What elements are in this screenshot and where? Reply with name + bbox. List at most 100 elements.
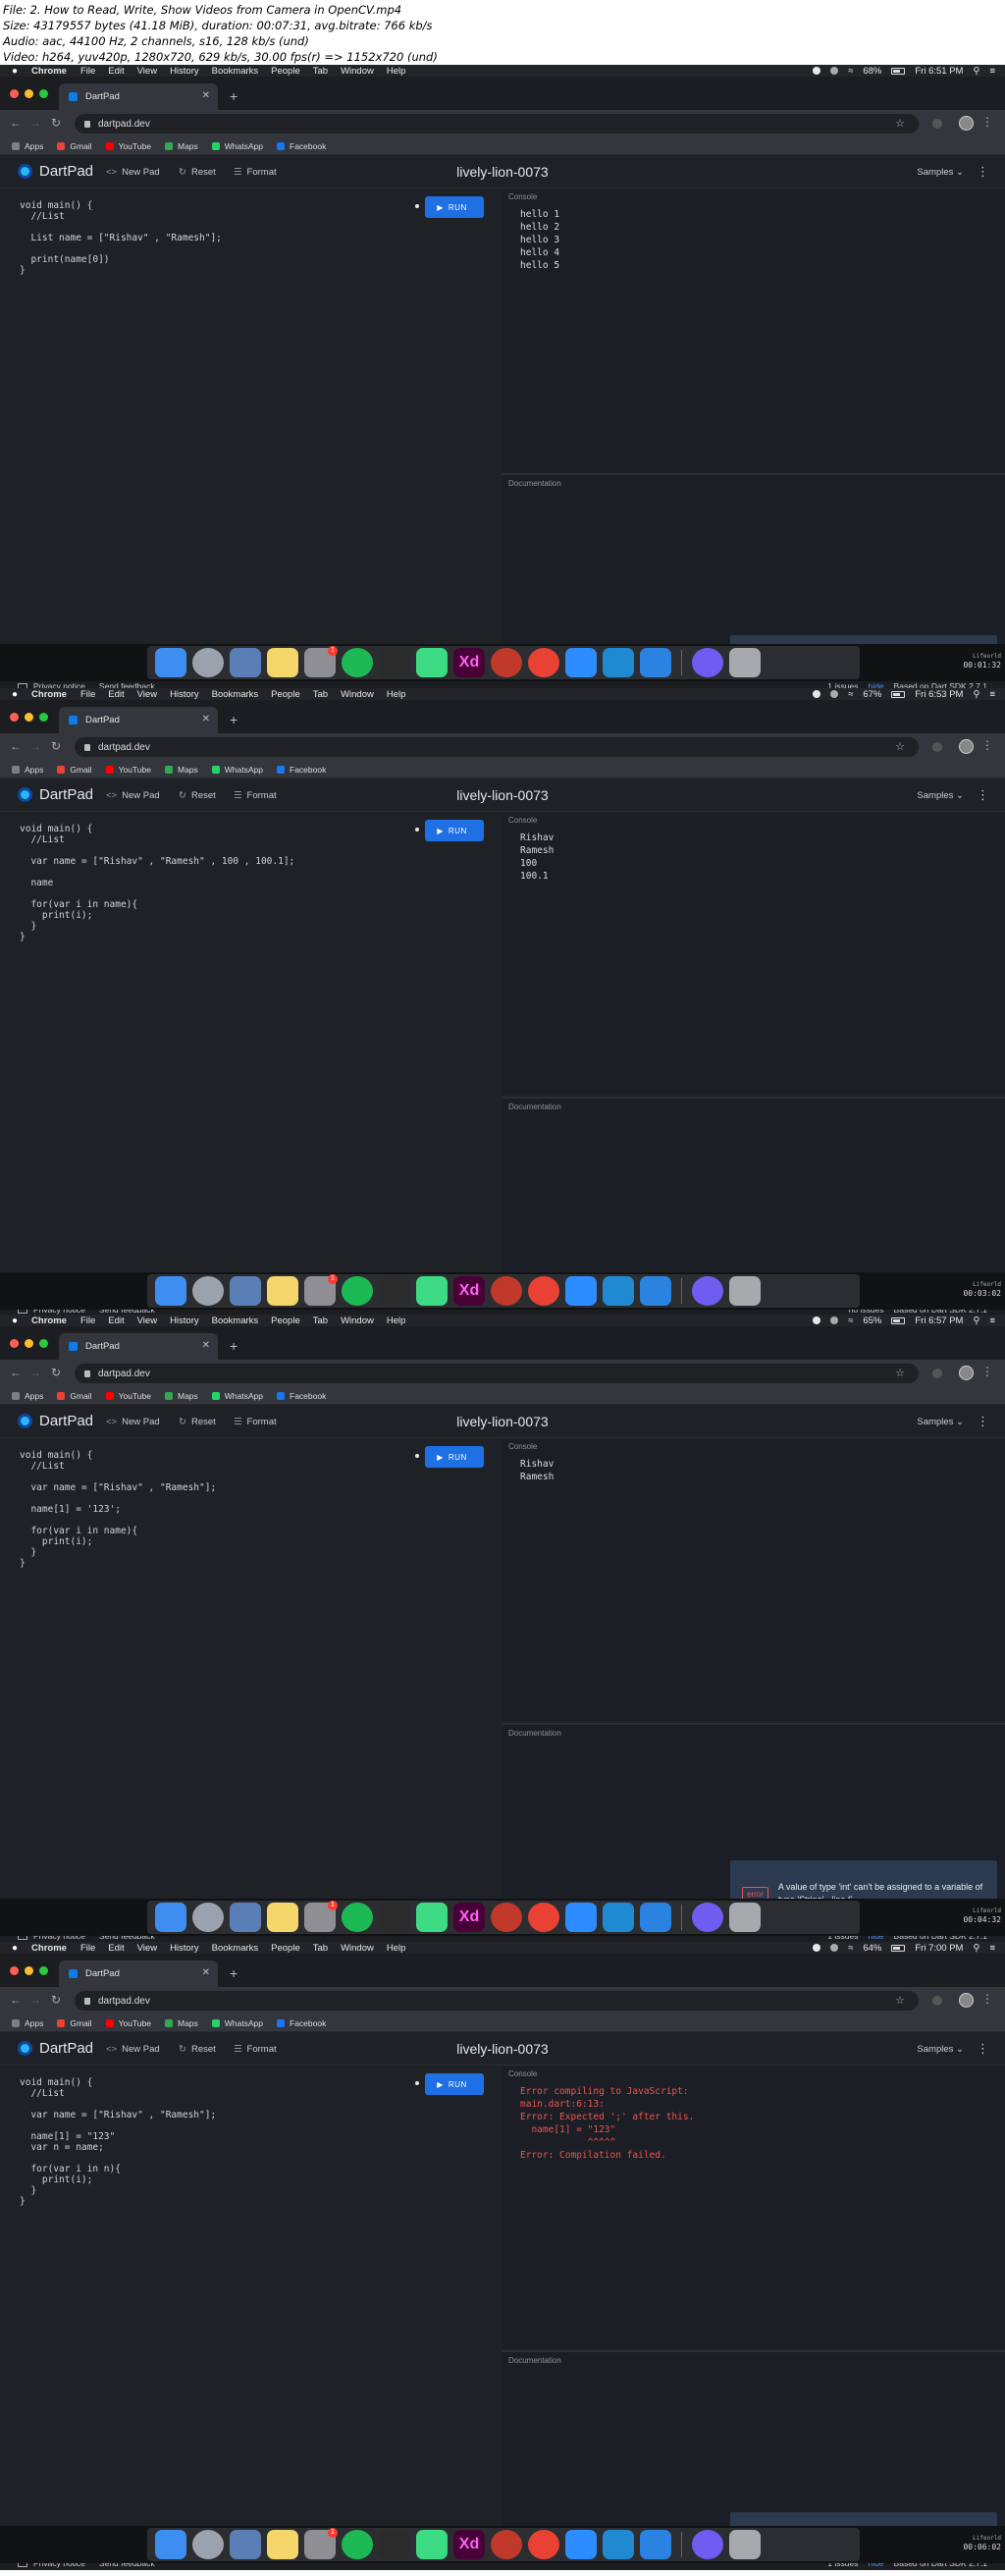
samples-dropdown[interactable]: Samples ⌄ <box>917 167 964 178</box>
menu-item-file[interactable]: File <box>80 1943 95 1954</box>
run-button[interactable]: ▶ RUN <box>425 2073 484 2095</box>
bookmark-maps[interactable]: Maps <box>164 765 198 775</box>
menu-item-help[interactable]: Help <box>387 66 406 77</box>
notes-icon[interactable] <box>267 2530 298 2559</box>
preview-icon[interactable] <box>230 1276 261 1306</box>
menu-item-view[interactable]: View <box>137 1943 157 1954</box>
code-line[interactable]: void main() { <box>20 1450 216 1461</box>
code-line[interactable]: void main() { <box>20 824 294 834</box>
browser-tab[interactable]: DartPad ✕ <box>59 707 218 733</box>
menu-app-name[interactable]: Chrome <box>31 689 67 700</box>
forward-icon[interactable]: → <box>29 1366 41 1379</box>
zoom-icon[interactable] <box>565 1903 597 1932</box>
launchpad-icon[interactable] <box>192 648 224 677</box>
menu-item-people[interactable]: People <box>271 689 300 700</box>
bookmark-facebook[interactable]: Facebook <box>277 765 326 775</box>
status-icon[interactable] <box>813 1944 821 1952</box>
menu-item-tab[interactable]: Tab <box>313 689 328 700</box>
apple-icon[interactable]: ● <box>12 689 18 700</box>
code-editor[interactable]: void main() { //List List name = ["Risha… <box>0 188 499 679</box>
xcode-icon[interactable] <box>640 2530 671 2559</box>
menu-item-window[interactable]: Window <box>341 1943 374 1954</box>
cocktail-icon[interactable] <box>491 1903 522 1932</box>
finder-icon[interactable] <box>155 648 186 677</box>
code-content[interactable]: void main() { //List List name = ["Risha… <box>20 200 222 276</box>
siri-icon[interactable] <box>692 1276 723 1306</box>
launchpad-icon[interactable] <box>192 1276 224 1306</box>
tab-close-icon[interactable]: ✕ <box>202 1340 210 1351</box>
code-line[interactable]: } <box>20 1547 216 1558</box>
spotlight-icon[interactable]: ⚲ <box>973 689 979 700</box>
menu-item-view[interactable]: View <box>137 66 157 77</box>
bookmark-star-icon[interactable]: ☆ <box>895 117 905 130</box>
vscode-icon[interactable] <box>603 648 634 677</box>
finder-icon[interactable] <box>155 1276 186 1306</box>
chrome-menu-icon[interactable]: ⋮ <box>981 115 993 129</box>
code-line[interactable]: name <box>20 878 294 888</box>
system-preferences-icon[interactable]: 1 <box>304 646 338 677</box>
bookmark-whatsapp[interactable]: WhatsApp <box>211 1391 263 1401</box>
code-line[interactable]: var name = ["Rishav" , "Ramesh" , 100 , … <box>20 856 294 867</box>
apple-icon[interactable]: ● <box>12 1943 18 1954</box>
spotify-icon[interactable] <box>342 1903 373 1932</box>
vscode-icon[interactable] <box>603 1903 634 1932</box>
spotify-icon[interactable] <box>342 2530 373 2559</box>
code-line[interactable]: print(i); <box>20 2174 216 2185</box>
bookmark-whatsapp[interactable]: WhatsApp <box>211 141 263 151</box>
code-line[interactable]: //List <box>20 834 294 845</box>
apple-icon[interactable]: ● <box>12 1315 18 1326</box>
code-line[interactable]: List name = ["Rishav" , "Ramesh"]; <box>20 233 221 243</box>
code-line[interactable] <box>20 867 294 878</box>
chrome-icon[interactable] <box>528 1276 559 1306</box>
battery-icon[interactable] <box>891 1944 906 1952</box>
menu-item-edit[interactable]: Edit <box>108 1315 124 1326</box>
code-line[interactable]: for(var i in name){ <box>20 899 294 910</box>
bookmark-youtube[interactable]: YouTube <box>105 1391 151 1401</box>
terminal-icon[interactable] <box>379 648 410 677</box>
battery-icon[interactable] <box>891 690 906 698</box>
menu-item-people[interactable]: People <box>271 1943 300 1954</box>
code-line[interactable]: } <box>20 2185 216 2196</box>
forward-icon[interactable]: → <box>29 116 41 130</box>
menu-item-bookmarks[interactable]: Bookmarks <box>212 1315 259 1326</box>
new-tab-button[interactable]: + <box>230 712 238 727</box>
system-preferences-icon[interactable]: 1 <box>304 1901 338 1932</box>
extension-icon[interactable] <box>932 119 942 129</box>
minimize-window-button[interactable] <box>25 89 33 98</box>
spotify-icon[interactable] <box>342 648 373 677</box>
battery-icon[interactable] <box>891 1316 906 1324</box>
menu-item-window[interactable]: Window <box>341 689 374 700</box>
browser-tab[interactable]: DartPad ✕ <box>59 1333 218 1360</box>
forward-icon[interactable]: → <box>29 739 41 753</box>
reload-icon[interactable]: ↻ <box>51 1366 61 1379</box>
bluetooth-icon[interactable] <box>830 690 839 698</box>
back-icon[interactable]: ← <box>10 116 22 130</box>
address-bar[interactable]: dartpad.dev ☆ <box>75 737 919 757</box>
xcode-icon[interactable] <box>640 1903 671 1932</box>
menu-item-bookmarks[interactable]: Bookmarks <box>212 66 259 77</box>
code-content[interactable]: void main() { //List var name = ["Rishav… <box>20 824 294 942</box>
chrome-icon[interactable] <box>528 648 559 677</box>
finder-icon[interactable] <box>155 1903 186 1932</box>
zoom-icon[interactable] <box>565 1276 597 1306</box>
menu-item-help[interactable]: Help <box>387 689 406 700</box>
close-window-button[interactable] <box>10 1966 19 1975</box>
profile-avatar[interactable] <box>959 1366 974 1380</box>
run-button[interactable]: ▶ RUN <box>425 196 484 218</box>
bookmark-apps[interactable]: Apps <box>12 2018 43 2028</box>
wifi-icon[interactable]: ≈ <box>848 1943 853 1954</box>
system-preferences-icon[interactable]: 1 <box>304 1274 338 1306</box>
status-icon[interactable] <box>813 690 821 698</box>
new-tab-button[interactable]: + <box>230 88 238 104</box>
code-line[interactable] <box>20 2099 216 2110</box>
wifi-icon[interactable]: ≈ <box>848 689 853 700</box>
control-center-icon[interactable]: ≡ <box>989 1943 995 1954</box>
bookmark-facebook[interactable]: Facebook <box>277 2018 326 2028</box>
adobe-xd-icon[interactable]: Xd <box>453 1903 485 1932</box>
menubar-clock[interactable]: Fri 6:53 PM <box>915 689 963 700</box>
zoom-window-button[interactable] <box>39 713 48 722</box>
bookmark-whatsapp[interactable]: WhatsApp <box>211 2018 263 2028</box>
reload-icon[interactable]: ↻ <box>51 1993 61 2007</box>
wifi-icon[interactable]: ≈ <box>848 1315 853 1326</box>
menu-item-edit[interactable]: Edit <box>108 1943 124 1954</box>
